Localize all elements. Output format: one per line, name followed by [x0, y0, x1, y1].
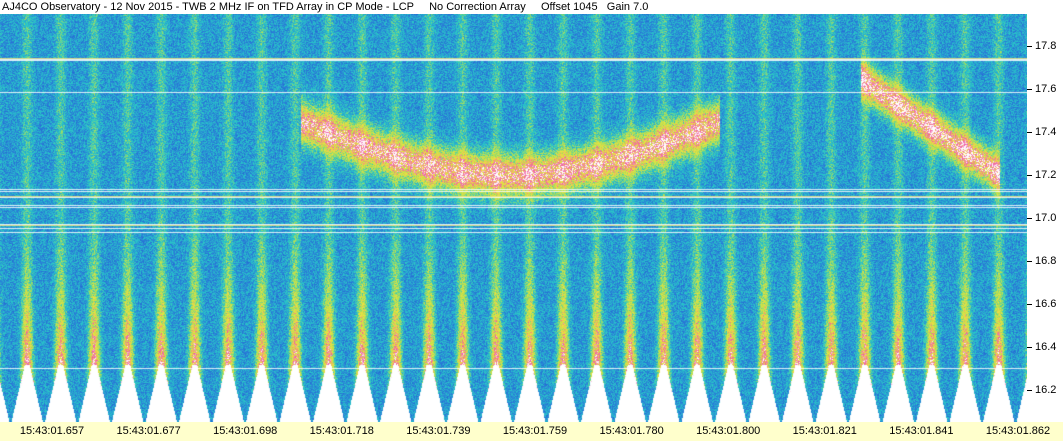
x-tick-label: 15:43:01.698 [213, 425, 278, 437]
chart-title: AJ4CO Observatory - 12 Nov 2015 - TWB 2 … [0, 0, 1063, 14]
y-tick-label: 16.2 [1035, 383, 1057, 396]
x-tick-label: 15:43:01.841 [889, 425, 954, 437]
y-tick-label: 17.6 [1035, 83, 1057, 96]
x-tick-label: 15:43:01.718 [309, 425, 374, 437]
frequency-axis: 17.8 17.6 17.4 17.2 17.0 16.8 16.6 16.4 16.2 [1027, 14, 1063, 422]
y-tick-label: 17.2 [1035, 169, 1057, 182]
y-tick-mark [1027, 89, 1032, 91]
y-tick-mark [1027, 260, 1032, 262]
x-tick-label: 15:43:01.821 [792, 425, 857, 437]
x-tick-label: 15:43:01.800 [696, 425, 761, 437]
y-tick-mark [1027, 175, 1032, 177]
x-tick-label: 15:43:01.657 [19, 425, 85, 437]
y-tick-mark [1027, 132, 1032, 134]
y-tick-label: 16.6 [1035, 297, 1057, 310]
y-tick-label: 17.4 [1035, 126, 1057, 139]
time-axis: 15:43:01.657 15:43:01.677 15:43:01.698 15:4… [0, 422, 1063, 441]
y-tick-label: 16.4 [1035, 340, 1057, 353]
y-tick-label: 17.8 [1035, 40, 1057, 53]
y-tick-label: 17.0 [1035, 212, 1057, 224]
y-tick-mark [1027, 346, 1032, 348]
y-tick-label: 16.8 [1035, 254, 1057, 267]
x-tick-label: 15:43:01.739 [406, 425, 471, 437]
y-tick-mark [1027, 389, 1032, 391]
y-tick-mark [1027, 46, 1032, 48]
x-tick-label: 15:43:01.780 [599, 425, 664, 437]
x-tick-label: 15:43:01.677 [116, 425, 181, 437]
y-tick-mark [1027, 303, 1032, 305]
y-tick-mark [1027, 218, 1032, 219]
x-tick-label: 15:43:01.862 [985, 425, 1051, 437]
x-tick-label: 15:43:01.759 [502, 425, 568, 437]
spectrogram-plot[interactable] [0, 14, 1027, 422]
